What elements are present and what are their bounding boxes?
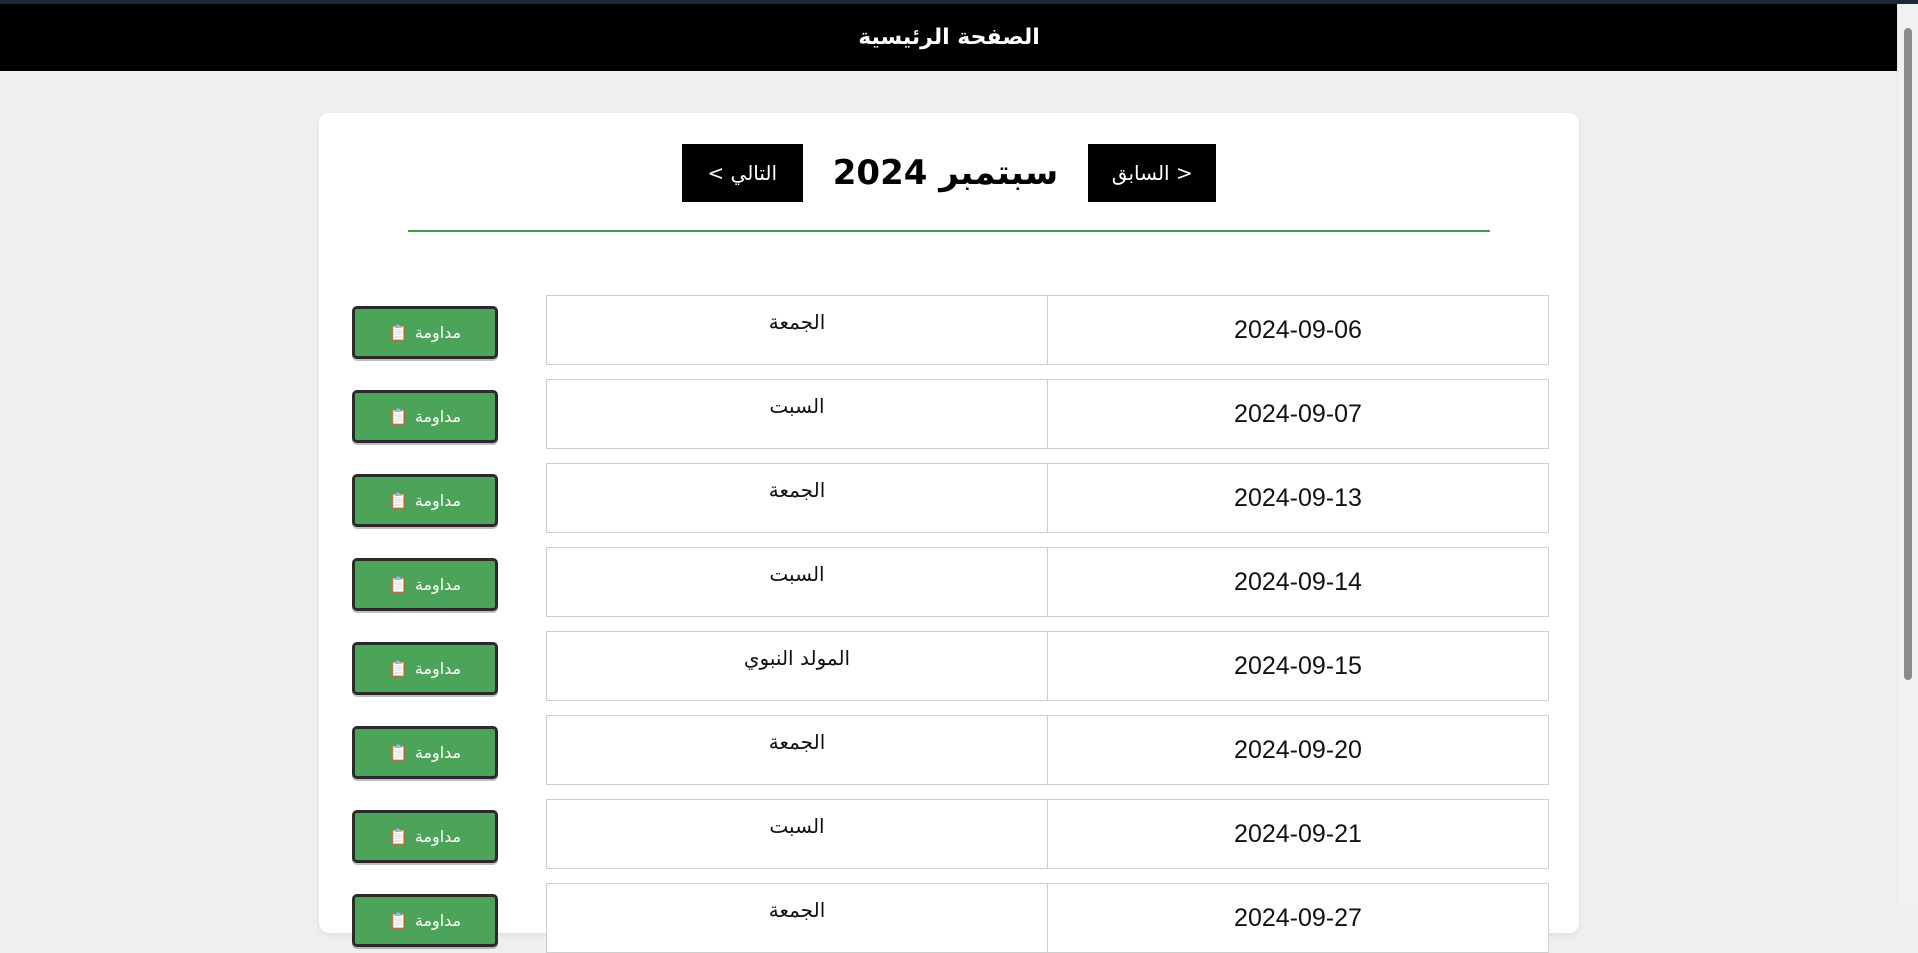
day-cell: السبت — [546, 547, 1048, 617]
table-row: مداومة 📋 السبت 2024-09-21 — [319, 799, 1579, 869]
day-cell: السبت — [546, 799, 1048, 869]
date-cell: 2024-09-06 — [1047, 295, 1549, 365]
attendance-button[interactable]: مداومة 📋 — [352, 558, 498, 611]
day-cell: الجمعة — [546, 463, 1048, 533]
day-cell: المولد النبوي — [546, 631, 1048, 701]
table-row: مداومة 📋 الجمعة 2024-09-06 — [319, 295, 1579, 365]
clipboard-icon: 📋 — [388, 407, 409, 426]
date-cell: 2024-09-15 — [1047, 631, 1549, 701]
scrollbar-thumb[interactable] — [1904, 28, 1912, 680]
day-cell: الجمعة — [546, 883, 1048, 953]
attendance-button-label: مداومة — [414, 407, 462, 426]
calendar-card: التالي > سبتمبر 2024 < السابق مداومة 📋 الج… — [319, 113, 1579, 953]
table-row: مداومة 📋 المولد النبوي 2024-09-15 — [319, 631, 1579, 701]
attendance-button[interactable]: مداومة 📋 — [352, 642, 498, 695]
date-cell: 2024-09-13 — [1047, 463, 1549, 533]
clipboard-icon: 📋 — [388, 323, 409, 342]
attendance-button[interactable]: مداومة 📋 — [352, 894, 498, 947]
table-row: مداومة 📋 الجمعة 2024-09-27 — [319, 883, 1579, 953]
date-cell: 2024-09-21 — [1047, 799, 1549, 869]
table-row: مداومة 📋 السبت 2024-09-07 — [319, 379, 1579, 449]
table-row: مداومة 📋 الجمعة 2024-09-13 — [319, 463, 1579, 533]
home-link[interactable]: الصفحة الرئيسية — [858, 25, 1040, 50]
attendance-button[interactable]: مداومة 📋 — [352, 726, 498, 779]
next-month-button[interactable]: التالي > — [681, 144, 803, 202]
clipboard-icon: 📋 — [388, 743, 409, 762]
attendance-button-label: مداومة — [414, 743, 462, 762]
top-navbar: الصفحة الرئيسية — [0, 4, 1898, 71]
attendance-button-label: مداومة — [414, 491, 462, 510]
attendance-button-label: مداومة — [414, 575, 462, 594]
attendance-button[interactable]: مداومة 📋 — [352, 474, 498, 527]
clipboard-icon: 📋 — [388, 911, 409, 930]
clipboard-icon: 📋 — [388, 827, 409, 846]
attendance-button-label: مداومة — [414, 827, 462, 846]
attendance-button[interactable]: مداومة 📋 — [352, 306, 498, 359]
table-row: مداومة 📋 السبت 2024-09-14 — [319, 547, 1579, 617]
scrollbar[interactable] — [1897, 4, 1918, 903]
month-title: سبتمبر 2024 — [832, 153, 1059, 193]
divider — [408, 230, 1490, 232]
clipboard-icon: 📋 — [388, 659, 409, 678]
day-cell: الجمعة — [546, 715, 1048, 785]
table-row: مداومة 📋 الجمعة 2024-09-20 — [319, 715, 1579, 785]
prev-month-button[interactable]: < السابق — [1088, 144, 1217, 202]
month-navigation: التالي > سبتمبر 2024 < السابق — [319, 144, 1579, 202]
attendance-button[interactable]: مداومة 📋 — [352, 390, 498, 443]
attendance-button-label: مداومة — [414, 659, 462, 678]
attendance-button-label: مداومة — [414, 323, 462, 342]
date-cell: 2024-09-27 — [1047, 883, 1549, 953]
clipboard-icon: 📋 — [388, 491, 409, 510]
attendance-button[interactable]: مداومة 📋 — [352, 810, 498, 863]
day-cell: الجمعة — [546, 295, 1048, 365]
date-cell: 2024-09-07 — [1047, 379, 1549, 449]
clipboard-icon: 📋 — [388, 575, 409, 594]
date-cell: 2024-09-20 — [1047, 715, 1549, 785]
date-cell: 2024-09-14 — [1047, 547, 1549, 617]
attendance-button-label: مداومة — [414, 911, 462, 930]
day-cell: السبت — [546, 379, 1048, 449]
